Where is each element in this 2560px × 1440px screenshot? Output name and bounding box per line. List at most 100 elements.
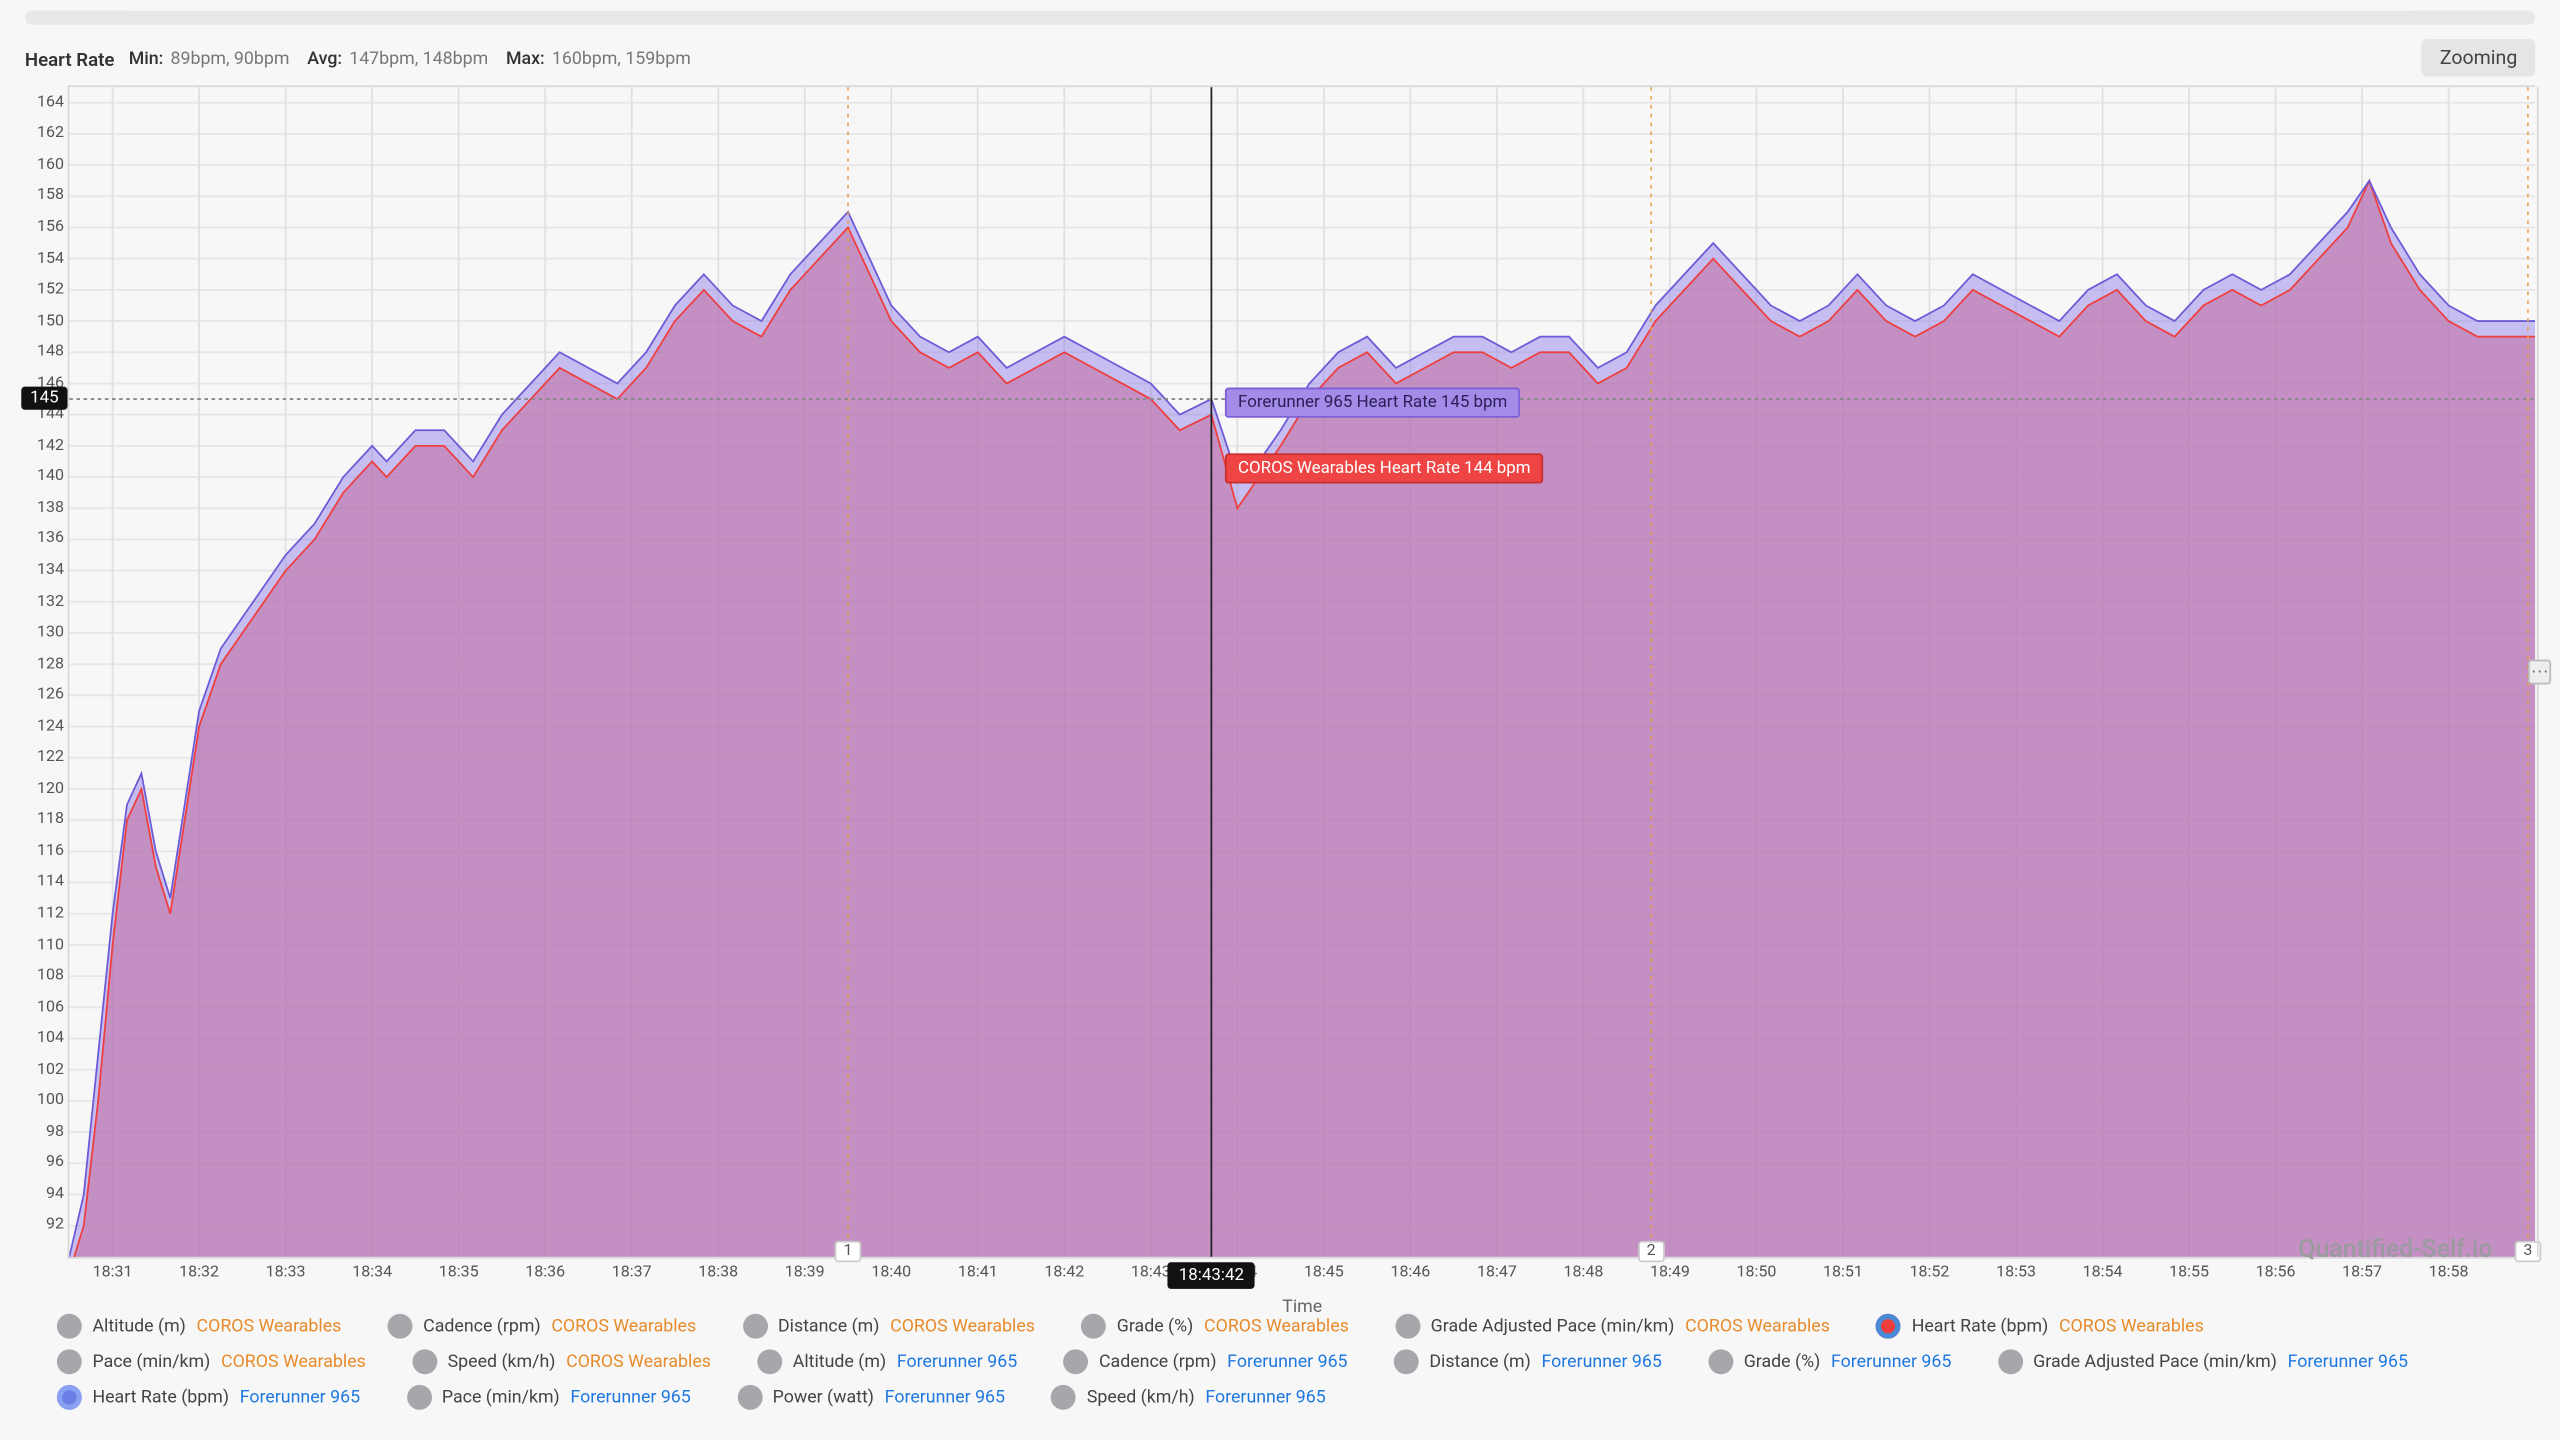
chart-svg bbox=[69, 87, 2535, 1257]
legend-metric-label: Cadence (rpm) bbox=[1099, 1352, 1217, 1372]
y-tick-label: 156 bbox=[37, 219, 64, 237]
y-tick-label: 106 bbox=[37, 998, 64, 1016]
legend-source-label: Forerunner 965 bbox=[897, 1352, 1017, 1372]
legend-dot-icon bbox=[412, 1349, 437, 1374]
x-tick-label: 18:43 bbox=[1131, 1264, 1171, 1282]
legend-item[interactable]: Cadence (rpm) COROS Wearables bbox=[384, 1312, 700, 1340]
y-tick-label: 94 bbox=[46, 1186, 64, 1204]
legend-source-label: Forerunner 965 bbox=[240, 1388, 360, 1408]
chart-plot-area[interactable]: 9294969810010210410610811011211411611812… bbox=[68, 85, 2536, 1258]
legend-source-label: COROS Wearables bbox=[1685, 1316, 1830, 1336]
legend-item[interactable]: Speed (km/h) Forerunner 965 bbox=[1048, 1383, 1330, 1411]
legend-item[interactable]: Pace (min/km) Forerunner 965 bbox=[403, 1383, 695, 1411]
x-tick-label: 18:40 bbox=[871, 1264, 911, 1282]
x-tick-label: 18:37 bbox=[612, 1264, 652, 1282]
legend-metric-label: Grade Adjusted Pace (min/km) bbox=[2033, 1352, 2277, 1372]
legend-metric-label: Altitude (m) bbox=[92, 1316, 185, 1336]
x-tick-label: 18:33 bbox=[266, 1264, 306, 1282]
legend-item[interactable]: Grade Adjusted Pace (min/km) Forerunner … bbox=[1994, 1348, 2411, 1376]
legend-source-label: COROS Wearables bbox=[1204, 1316, 1349, 1336]
legend-item[interactable]: Distance (m) COROS Wearables bbox=[739, 1312, 1039, 1340]
legend-metric-label: Heart Rate (bpm) bbox=[92, 1388, 229, 1408]
legend-dot-icon bbox=[57, 1349, 82, 1374]
legend-source-label: Forerunner 965 bbox=[1542, 1352, 1662, 1372]
legend-item[interactable]: Altitude (m) COROS Wearables bbox=[53, 1312, 345, 1340]
cursor-y-badge: 145 bbox=[21, 387, 67, 410]
y-tick-label: 132 bbox=[37, 593, 64, 611]
y-tick-label: 158 bbox=[37, 187, 64, 205]
legend-item[interactable]: Grade Adjusted Pace (min/km) COROS Weara… bbox=[1392, 1312, 1834, 1340]
y-tick-label: 148 bbox=[37, 343, 64, 361]
legend-source-label: Forerunner 965 bbox=[1227, 1352, 1347, 1372]
legend-item[interactable]: Power (watt) Forerunner 965 bbox=[733, 1383, 1008, 1411]
y-tick-label: 92 bbox=[46, 1217, 64, 1235]
y-tick-label: 100 bbox=[37, 1092, 64, 1110]
legend-metric-label: Distance (m) bbox=[1429, 1352, 1531, 1372]
y-tick-label: 130 bbox=[37, 624, 64, 642]
x-tick-label: 18:39 bbox=[785, 1264, 825, 1282]
legend-metric-label: Heart Rate (bpm) bbox=[1912, 1316, 2049, 1336]
y-tick-label: 112 bbox=[37, 905, 64, 923]
y-tick-label: 138 bbox=[37, 499, 64, 517]
lap-marker-label: 1 bbox=[835, 1241, 862, 1262]
legend-item[interactable]: Grade (%) COROS Wearables bbox=[1078, 1312, 1353, 1340]
y-tick-label: 140 bbox=[37, 468, 64, 486]
legend-source-label: Forerunner 965 bbox=[885, 1388, 1005, 1408]
x-tick-label: 18:51 bbox=[1823, 1264, 1863, 1282]
legend-metric-label: Grade Adjusted Pace (min/km) bbox=[1431, 1316, 1675, 1336]
x-tick-label: 18:50 bbox=[1737, 1264, 1777, 1282]
min-value: 89bpm, 90bpm bbox=[170, 49, 289, 69]
y-tick-label: 114 bbox=[37, 874, 64, 892]
zoom-mode-button[interactable]: Zooming bbox=[2422, 39, 2535, 76]
cursor-time-badge: 18:43:42 bbox=[1168, 1262, 1254, 1289]
y-tick-label: 104 bbox=[37, 1030, 64, 1048]
y-tick-label: 152 bbox=[37, 281, 64, 299]
legend-source-label: Forerunner 965 bbox=[570, 1388, 690, 1408]
legend-source-label: COROS Wearables bbox=[566, 1352, 711, 1372]
legend-metric-label: Pace (min/km) bbox=[442, 1388, 560, 1408]
y-tick-label: 108 bbox=[37, 967, 64, 985]
x-tick-label: 18:35 bbox=[439, 1264, 479, 1282]
y-tick-label: 154 bbox=[37, 250, 64, 268]
x-tick-label: 18:32 bbox=[179, 1264, 219, 1282]
legend-item[interactable]: Heart Rate (bpm) Forerunner 965 bbox=[53, 1383, 363, 1411]
legend-item[interactable]: Grade (%) Forerunner 965 bbox=[1705, 1348, 1955, 1376]
legend-source-label: COROS Wearables bbox=[197, 1316, 342, 1336]
legend-metric-label: Cadence (rpm) bbox=[423, 1316, 541, 1336]
legend-dot-icon bbox=[1063, 1349, 1088, 1374]
x-tick-label: 18:36 bbox=[525, 1264, 565, 1282]
legend-item[interactable]: Pace (min/km) COROS Wearables bbox=[53, 1348, 369, 1376]
avg-label: Avg: bbox=[307, 49, 342, 69]
horizontal-scrollbar[interactable] bbox=[25, 11, 2535, 25]
y-tick-label: 126 bbox=[37, 687, 64, 705]
x-tick-label: 18:45 bbox=[1304, 1264, 1344, 1282]
legend-metric-label: Grade (%) bbox=[1744, 1352, 1821, 1372]
legend-dot-icon bbox=[1395, 1314, 1420, 1339]
y-tick-label: 160 bbox=[37, 156, 64, 174]
legend-source-label: Forerunner 965 bbox=[1205, 1388, 1325, 1408]
x-tick-label: 18:47 bbox=[1477, 1264, 1517, 1282]
y-tick-label: 110 bbox=[37, 936, 64, 954]
legend-item[interactable]: Altitude (m) Forerunner 965 bbox=[754, 1348, 1021, 1376]
y-tick-label: 124 bbox=[37, 718, 64, 736]
y-tick-label: 134 bbox=[37, 562, 64, 580]
y-tick-label: 120 bbox=[37, 780, 64, 798]
legend-dot-icon bbox=[742, 1314, 767, 1339]
legend-dot-icon bbox=[757, 1349, 782, 1374]
legend-item[interactable]: Speed (km/h) COROS Wearables bbox=[409, 1348, 715, 1376]
tooltip-forerunner: Forerunner 965 Heart Rate 145 bpm bbox=[1226, 388, 1520, 418]
legend-source-label: COROS Wearables bbox=[221, 1352, 366, 1372]
legend-dot-icon bbox=[1051, 1385, 1076, 1410]
legend-item[interactable]: Cadence (rpm) Forerunner 965 bbox=[1060, 1348, 1351, 1376]
y-tick-label: 98 bbox=[46, 1123, 64, 1141]
y-tick-label: 116 bbox=[37, 842, 64, 860]
legend-item[interactable]: Heart Rate (bpm) COROS Wearables bbox=[1873, 1312, 2208, 1340]
x-tick-label: 18:54 bbox=[2083, 1264, 2123, 1282]
x-tick-label: 18:46 bbox=[1390, 1264, 1430, 1282]
chart-header: Heart Rate Min: 89bpm, 90bpm Avg: 147bpm… bbox=[25, 43, 2535, 75]
right-edge-handle[interactable]: ⋯ bbox=[2533, 87, 2538, 1257]
max-value: 160bpm, 159bpm bbox=[552, 49, 691, 69]
legend-metric-label: Speed (km/h) bbox=[448, 1352, 556, 1372]
y-tick-label: 150 bbox=[37, 312, 64, 330]
legend-item[interactable]: Distance (m) Forerunner 965 bbox=[1390, 1348, 1665, 1376]
